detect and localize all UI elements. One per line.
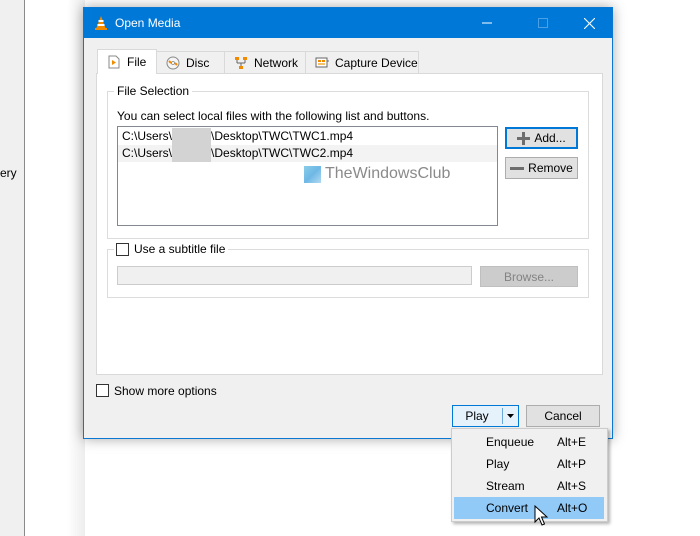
play-split-button[interactable]: Play: [452, 405, 519, 427]
subtitle-group: Use a subtitle file Browse...: [107, 242, 589, 298]
subtitle-group-header: Use a subtitle file: [114, 242, 229, 256]
network-icon: [235, 56, 247, 69]
minimize-icon: [482, 22, 492, 24]
browse-button-label: Browse...: [503, 269, 554, 284]
add-button-label: Add...: [534, 131, 566, 145]
file-path-suffix: \Desktop\TWC\TWC1.mp4: [211, 129, 354, 143]
vlc-cone-icon: [95, 16, 107, 30]
file-list-item[interactable]: C:\Users\ \Desktop\TWC\TWC2.mp4: [118, 145, 497, 162]
menu-item-stream[interactable]: Stream Alt+S: [454, 475, 604, 497]
watermark-logo-icon: [304, 165, 321, 183]
file-list-item[interactable]: C:\Users\ \Desktop\TWC\TWC1.mp4: [118, 128, 497, 145]
cancel-button-label: Cancel: [544, 409, 582, 423]
play-dropdown-button[interactable]: [503, 406, 518, 426]
show-more-options-label[interactable]: Show more options: [114, 384, 217, 398]
tab-file-label: File: [127, 55, 147, 69]
redacted-username: [172, 128, 212, 145]
file-list[interactable]: C:\Users\ \Desktop\TWC\TWC1.mp4 C:\Users\…: [117, 126, 498, 226]
show-more-options-checkbox[interactable]: [96, 384, 109, 397]
chevron-down-icon: [507, 414, 514, 418]
subtitle-path-input: [117, 266, 472, 285]
dialog-title: Open Media: [115, 16, 181, 30]
subtitle-checkbox[interactable]: [116, 242, 129, 256]
menu-item-label: Stream: [486, 479, 525, 493]
file-selection-group: File Selection You can select local file…: [107, 84, 589, 239]
menu-item-shortcut: Alt+S: [557, 479, 587, 493]
file-path-suffix: \Desktop\TWC\TWC2.mp4: [211, 146, 354, 160]
menu-item-shortcut: Alt+O: [557, 501, 588, 515]
title-bar[interactable]: Open Media: [84, 8, 612, 38]
tab-disc-label: Disc: [186, 55, 210, 70]
file-selection-title: File Selection: [114, 84, 193, 98]
watermark: TheWindowsClub: [304, 165, 450, 183]
mouse-cursor-icon: [534, 505, 548, 526]
menu-item-shortcut: Alt+P: [557, 457, 587, 471]
menu-item-play[interactable]: Play Alt+P: [454, 453, 604, 475]
maximize-icon: [538, 18, 548, 28]
remove-button[interactable]: Remove: [505, 157, 578, 179]
watermark-text: TheWindowsClub: [325, 165, 451, 182]
close-icon: [583, 17, 595, 29]
close-button[interactable]: [566, 8, 612, 38]
background-window-panel: ery: [0, 0, 25, 536]
menu-item-shortcut: Alt+E: [557, 435, 587, 449]
capture-device-icon: [315, 57, 329, 67]
file-tab-pane: File Selection You can select local file…: [96, 73, 603, 375]
cancel-button[interactable]: Cancel: [526, 405, 600, 427]
tab-network[interactable]: Network: [224, 51, 306, 73]
file-icon: [108, 55, 120, 69]
tab-network-label: Network: [254, 55, 299, 70]
tab-capture-device-label: Capture Device: [335, 55, 418, 70]
menu-item-convert[interactable]: Convert Alt+O: [454, 497, 604, 519]
plus-icon: [517, 131, 531, 145]
file-path-prefix: C:\Users\: [122, 129, 173, 143]
menu-item-label: Enqueue: [486, 435, 535, 449]
open-media-dialog: Open Media File Disc Network Capture Dev…: [83, 7, 613, 439]
maximize-button: [520, 8, 566, 38]
file-selection-hint: You can select local files with the foll…: [117, 109, 430, 123]
play-options-menu: Enqueue Alt+E Play Alt+P Stream Alt+S Co…: [451, 428, 608, 522]
browse-button: Browse...: [480, 266, 578, 287]
file-path-prefix: C:\Users\: [122, 146, 173, 160]
menu-item-label: Convert: [486, 501, 529, 515]
tab-capture-device[interactable]: Capture Device: [305, 51, 419, 73]
background-window-text: ery: [0, 166, 17, 180]
play-button-label[interactable]: Play: [453, 406, 501, 426]
subtitle-checkbox-label: Use a subtitle file: [134, 242, 226, 256]
add-button[interactable]: Add...: [505, 127, 578, 149]
menu-item-enqueue[interactable]: Enqueue Alt+E: [454, 431, 604, 453]
redacted-username: [172, 145, 212, 162]
minimize-button[interactable]: [464, 8, 510, 38]
remove-button-label: Remove: [528, 161, 573, 175]
tab-disc[interactable]: Disc: [156, 51, 225, 73]
background-window-area: [25, 0, 85, 536]
tab-file[interactable]: File: [97, 49, 157, 74]
menu-item-label: Play: [486, 457, 510, 471]
disc-icon: [166, 56, 180, 69]
minus-icon: [510, 166, 525, 170]
